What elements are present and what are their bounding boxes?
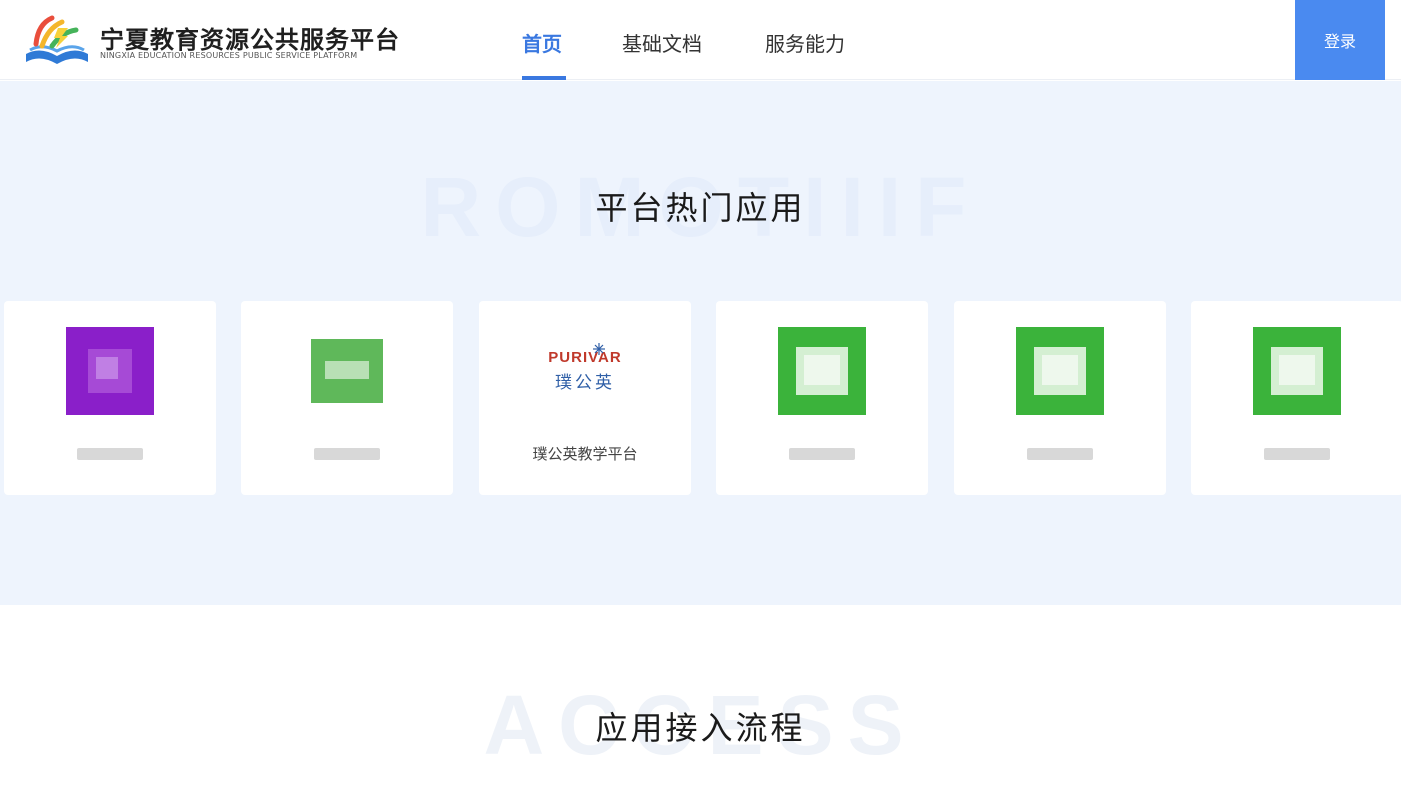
- app-card[interactable]: [1191, 301, 1401, 495]
- purivar-logo-icon: PURIVAR 璞公英: [535, 343, 635, 393]
- blurred-app-label: [1027, 448, 1093, 460]
- blurred-app-label: [77, 448, 143, 460]
- blurred-app-label: [789, 448, 855, 460]
- hot-apps-title: 平台热门应用: [595, 189, 806, 227]
- blurred-green-app-icon: [778, 327, 866, 415]
- top-header: 宁夏教育资源公共服务平台 NINGXIA EDUCATION RESOURCES…: [0, 0, 1401, 80]
- blurred-purple-app-icon: [66, 327, 154, 415]
- blurred-green-app-icon: [1253, 327, 1341, 415]
- app-card[interactable]: [716, 301, 928, 495]
- login-button[interactable]: 登录: [1295, 0, 1385, 80]
- app-card-purivar[interactable]: PURIVAR 璞公英 璞公英教学平台: [479, 301, 691, 495]
- nav-active-indicator: [522, 76, 566, 80]
- purivar-logo-text-en: PURIVAR: [548, 349, 622, 366]
- brand-subtitle: NINGXIA EDUCATION RESOURCES PUBLIC SERVI…: [100, 51, 358, 60]
- blurred-app-label: [314, 448, 380, 460]
- purivar-logo-text-cn: 璞公英: [555, 373, 615, 393]
- education-book-logo-icon[interactable]: [22, 10, 92, 70]
- access-process-title: 应用接入流程: [595, 709, 806, 747]
- brand-title: 宁夏教育资源公共服务平台: [100, 26, 400, 54]
- nav-service-capability[interactable]: 服务能力: [765, 28, 845, 57]
- nav-basic-docs[interactable]: 基础文档: [622, 28, 702, 57]
- app-label: 璞公英教学平台: [532, 445, 638, 463]
- app-card[interactable]: [954, 301, 1166, 495]
- blurred-app-label: [1264, 448, 1330, 460]
- app-card[interactable]: [4, 301, 216, 495]
- app-card[interactable]: [241, 301, 453, 495]
- blurred-green-app-icon: [303, 327, 391, 415]
- nav-home[interactable]: 首页: [522, 28, 562, 57]
- blurred-green-app-icon: [1016, 327, 1104, 415]
- hot-apps-section: ROMOTIIIF 平台热门应用 PURIVAR 璞公英 璞公英教学平台: [0, 81, 1401, 605]
- access-process-section: ACCESS 应用接入流程: [0, 605, 1401, 800]
